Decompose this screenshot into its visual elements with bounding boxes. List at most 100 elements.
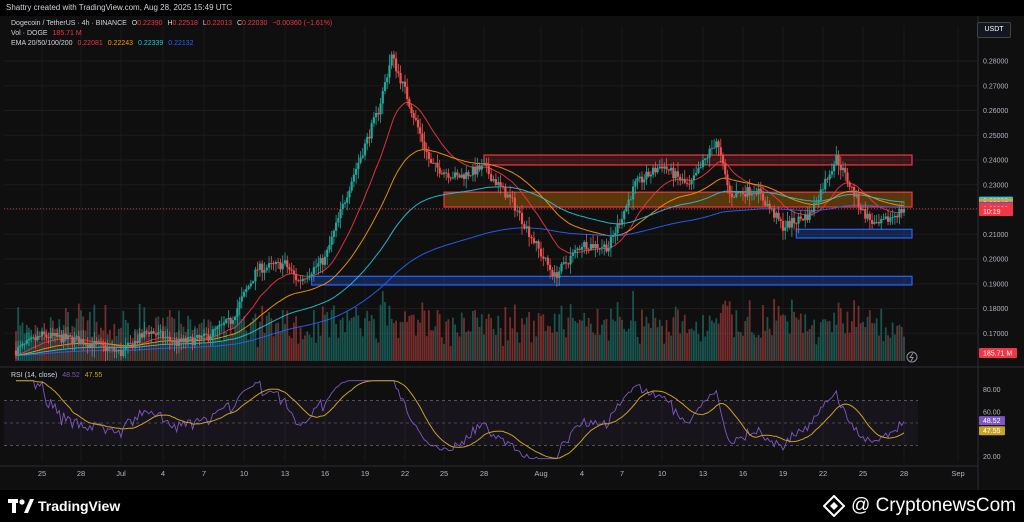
candle-body (900, 208, 903, 213)
price-tick-label: 0.23000 (983, 182, 1008, 189)
volume-bar (661, 325, 663, 361)
candle-body (748, 187, 751, 196)
volume-bar (871, 323, 874, 361)
volume-label: Vol · DOGE (11, 30, 48, 37)
candle-body (813, 202, 816, 213)
candle-body (263, 270, 266, 273)
volume-bar (702, 315, 704, 361)
candle-body (520, 212, 524, 224)
volume-bar (621, 319, 623, 361)
volume-bar (88, 312, 91, 361)
candle-body (592, 244, 595, 249)
candle-body (267, 263, 271, 268)
currency-selector[interactable]: USDT (977, 22, 1011, 38)
time-tick-label: 13 (281, 469, 289, 478)
candle-body (607, 248, 610, 252)
candle-body (152, 331, 155, 334)
volume-bar (826, 321, 829, 361)
volume-bar (404, 311, 406, 361)
candle-body (319, 258, 322, 264)
volume-bar (649, 327, 652, 361)
volume-bar (569, 304, 572, 361)
candle-body (620, 219, 624, 225)
candle-body (207, 334, 210, 340)
ohlc-high-label: H (167, 20, 173, 27)
volume-bar (853, 300, 856, 361)
volume-bar (636, 336, 639, 361)
volume-bar (742, 335, 744, 361)
candle-body (23, 343, 26, 345)
candle-body (299, 280, 302, 282)
volume-bar (848, 332, 851, 361)
candle-body (71, 336, 74, 344)
price-chart-svg[interactable]: 0.28000 0.27000 0.26000 0.25000 0.24000 0.230… (0, 16, 1024, 490)
ohlc-open: 0.22390 (137, 20, 163, 27)
price-zone-box (483, 154, 913, 166)
candle-body (88, 343, 91, 348)
time-tick-label: 22 (819, 469, 827, 478)
candle-body (56, 333, 59, 337)
candle-body (242, 291, 246, 297)
tradingview-logo[interactable]: TradingView (8, 496, 120, 516)
candle-body (321, 258, 324, 265)
candle-body (254, 269, 257, 282)
candle-body (429, 158, 433, 164)
candle-body (283, 260, 287, 264)
lightning-icon-bolt (909, 352, 914, 362)
candle-body (177, 338, 181, 347)
candle-body (458, 175, 461, 178)
candle-body (157, 332, 160, 335)
volume-bar (799, 313, 802, 361)
candle-body (51, 332, 54, 336)
candle-body (600, 247, 604, 249)
candle-body (560, 263, 563, 272)
volume-bar (518, 342, 521, 361)
candle-body (122, 349, 125, 356)
time-tick-label: 4 (161, 469, 165, 478)
candle-body (530, 236, 533, 239)
candle-body (859, 206, 862, 211)
ema20-line (15, 101, 905, 356)
candle-body (408, 99, 411, 107)
candle-body (679, 176, 682, 181)
ema-label: EMA 20/50/100/200 (11, 40, 73, 47)
volume-bar (596, 308, 599, 361)
volume-bar (480, 314, 483, 361)
candle-body (277, 261, 280, 263)
chart-area[interactable]: 0.28000 0.27000 0.26000 0.25000 0.24000 0.230… (0, 16, 1024, 490)
candle-body (535, 241, 538, 244)
candle-body (719, 147, 722, 156)
volume-bar (339, 319, 342, 361)
candle-body (175, 340, 178, 347)
candle-body (222, 323, 226, 325)
volume-bar (324, 314, 326, 361)
candle-body (828, 174, 831, 180)
volume-bar (319, 335, 322, 361)
candle-body (86, 344, 89, 348)
candle-body (632, 186, 635, 200)
volume-bar (884, 327, 887, 361)
candle-body (654, 167, 657, 173)
candle-body (225, 319, 228, 324)
candle-body (97, 342, 100, 344)
volume-bar (782, 314, 784, 361)
time-tick-label: 28 (900, 469, 908, 478)
candle-body (53, 333, 57, 336)
volume-bar (401, 322, 404, 361)
volume-bar (364, 318, 366, 361)
volume-bar (315, 342, 318, 361)
candle-body (788, 220, 791, 228)
volume-bar (299, 327, 302, 361)
candle-body (471, 166, 474, 176)
volume-bar (663, 343, 666, 361)
candle-body (21, 343, 24, 346)
ema50-line (15, 149, 905, 356)
volume-bar (509, 317, 512, 361)
candle-body (564, 262, 568, 264)
candle-body (695, 172, 698, 176)
volume-bar (381, 291, 384, 361)
cryptonews-logo[interactable]: @ CryptonewsCom (823, 494, 1016, 518)
candle-body (399, 72, 402, 84)
candle-body (261, 263, 264, 273)
volume-bar (375, 338, 378, 361)
